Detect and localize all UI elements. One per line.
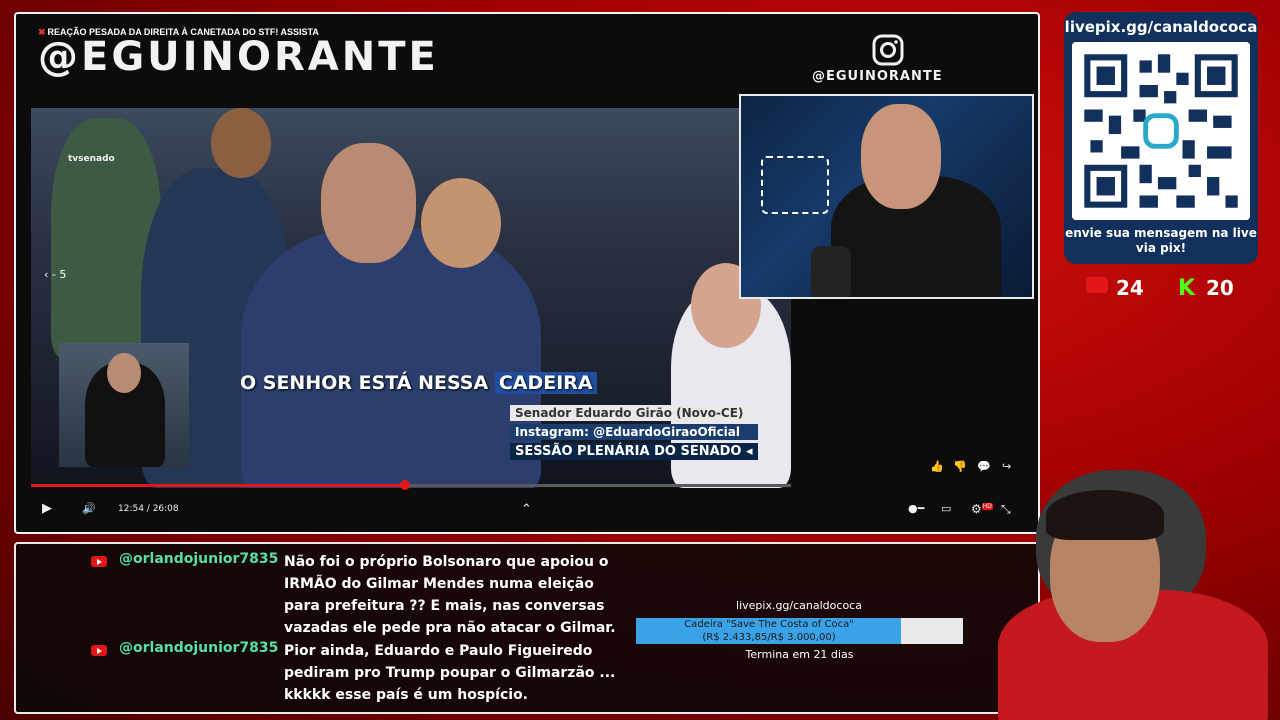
chat-username: @orlandojunior7835 [119,551,279,567]
pix-url: livepix.gg/canaldococa [1064,18,1258,36]
streamer-webcam [739,94,1034,299]
goal-deadline: Termina em 21 dias [745,648,854,661]
chat-message: @orlandojunior7835 Pior ainda, Eduardo e… [91,640,636,710]
goal-title: livepix.gg/canaldococa [736,599,862,612]
lower-third-session: SESSÃO PLENÁRIA DO SENADO ◂ [510,443,758,460]
dislike-icon[interactable]: 👎 [953,460,967,473]
youtube-icon [91,556,107,567]
background-person-head [421,178,501,268]
background-person-head [211,108,271,178]
channel-brand: @EGUINORANTE [38,34,439,80]
video-caption: O SENHOR ESTÁ NESSA CADEIRA [240,372,597,394]
interpreter-head [107,353,141,393]
time-display: 12:54 / 26:08 [118,504,179,514]
goal-label: Cadeira "Save The Costa of Coca" (R$ 2.4… [636,618,902,644]
autoplay-toggle[interactable]: ●━ [908,502,924,515]
youtube-icon [91,645,107,656]
kick-viewer-count: 20 [1206,276,1234,300]
youtube-icon [1086,277,1108,293]
kick-icon: K [1178,276,1196,301]
senator-head [321,143,416,263]
chat-text: Não foi o próprio Bolsonaro que apoiou o… [284,554,616,636]
senator-speaking [241,228,541,488]
chat-text: Pior ainda, Eduardo e Paulo Figueiredo p… [284,643,616,703]
streamer-head [861,104,941,209]
cohost-hair [1046,490,1164,540]
chat-message: @orlandojunior7835 Não foi o próprio Bol… [91,551,636,639]
skip-back-label: - 5 [51,268,67,281]
caption-highlight: CADEIRA [494,372,597,394]
like-icon[interactable]: 👍 [930,460,944,473]
caption-text: O SENHOR ESTÁ NESSA [240,372,495,394]
instagram-icon [872,34,904,66]
pix-message: envie sua mensagem na live via pix! [1065,226,1257,255]
sign-language-inset [59,343,189,467]
goal-amounts: (R$ 2.433,85/R$ 3.000,00) [702,632,836,643]
youtube-viewer-count: 24 [1116,276,1144,300]
chat-username: @orlandojunior7835 [119,640,279,656]
instagram-handle: @EGUINORANTE [812,69,943,84]
subtitles-button[interactable]: ▭ [941,502,951,515]
skip-back-button[interactable]: ‹ - 5 [44,268,66,281]
lower-third: Senador Eduardo Girão (Novo-CE) Instagra… [510,405,758,463]
microphone [811,246,851,297]
qr-code [1072,42,1250,220]
progress-scrubber[interactable] [399,480,410,490]
progress-fill [31,484,405,487]
tvsenado-watermark: tvsenado [68,154,115,164]
cohost-webcam [988,470,1280,720]
lower-third-instagram: Instagram: @EduardoGiraoOficial [510,424,758,440]
lower-third-name: Senador Eduardo Girão (Novo-CE) [510,405,758,421]
expand-button[interactable]: ⌃ [521,502,532,517]
led-sign [761,156,829,214]
volume-button[interactable]: 🔊 [82,502,96,515]
play-button[interactable]: ▶ [42,501,52,516]
goal-name: Cadeira "Save The Costa of Coca" [684,619,854,630]
